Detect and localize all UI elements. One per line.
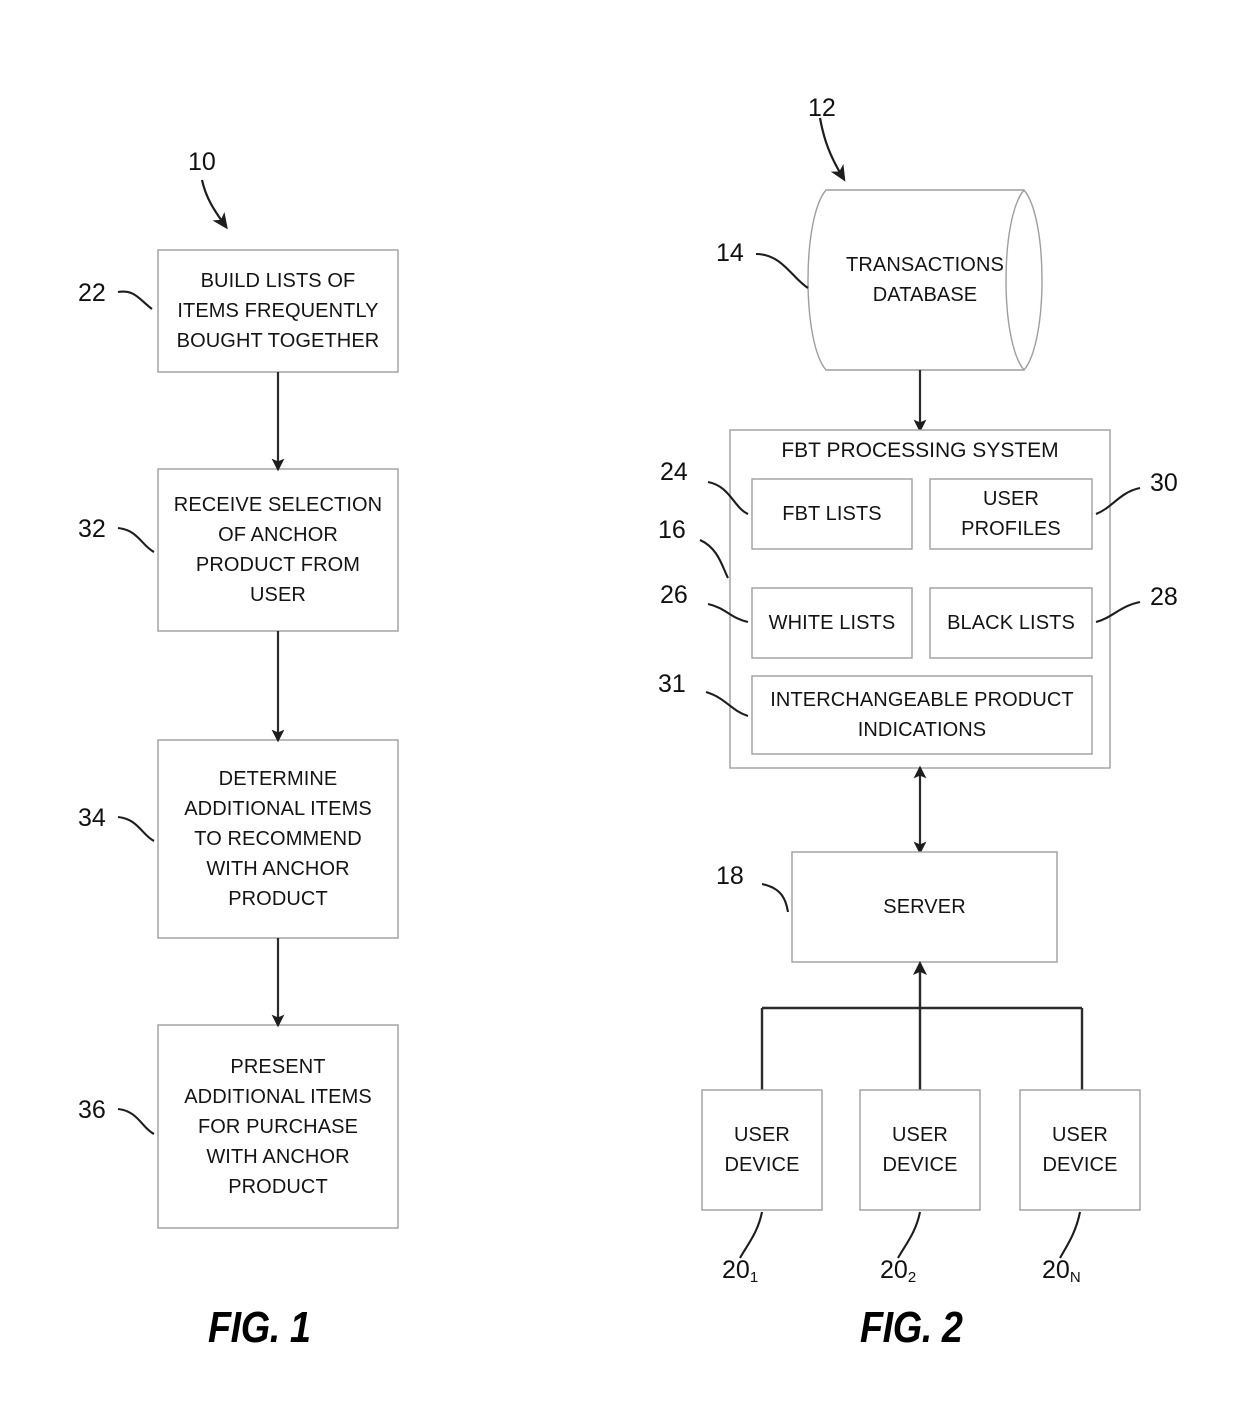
user-device-label-n: USER DEVICE bbox=[1042, 1124, 1118, 1176]
fig2-leader-20-n bbox=[1059, 1211, 1082, 1259]
fig1-step-label-1: BUILD LISTS OF ITEMS FREQUENTLY BOUGHT T… bbox=[176, 270, 380, 352]
fig2-leader-14 bbox=[755, 252, 809, 289]
fig2-ref-20-n-sub: N bbox=[1069, 1269, 1081, 1286]
patent-drawing-sheet: 10 BUILD LISTS OF ITEMS FREQUENTLY BOUGH… bbox=[0, 0, 1240, 1418]
fig1-ref-34: 34 bbox=[78, 804, 106, 832]
module-label-user-profiles: USER PROFILES bbox=[961, 488, 1061, 540]
fig2-ref-31: 31 bbox=[658, 670, 686, 698]
fig2-leader-16 bbox=[699, 539, 729, 579]
module-label-fbt-lists: FBT LISTS bbox=[782, 503, 882, 525]
fig1-ref-10: 10 bbox=[188, 148, 216, 176]
user-device-label-2: USER DEVICE bbox=[882, 1124, 958, 1176]
fig2-leader-20-2 bbox=[897, 1211, 922, 1259]
fig1-ref-32: 32 bbox=[78, 515, 106, 543]
fig2-ref-30: 30 bbox=[1150, 469, 1178, 497]
fig1-leader-32 bbox=[117, 526, 155, 553]
fig2-ref-28: 28 bbox=[1150, 583, 1178, 611]
fig1-leader-34 bbox=[117, 815, 155, 842]
fig2-ref-12-pointer bbox=[818, 117, 846, 182]
fig2-ref-20-2-sub: 2 bbox=[907, 1269, 917, 1286]
transactions-database-label: TRANSACTIONS DATABASE bbox=[846, 254, 1004, 306]
fig2-ref-20-2-base: 20 bbox=[880, 1256, 908, 1284]
fig1-ref-10-pointer bbox=[200, 179, 228, 230]
fig2-ref-26: 26 bbox=[660, 581, 688, 609]
module-label-interchangeable-product-indications: INTERCHANGEABLE PRODUCT INDICATIONS bbox=[770, 689, 1074, 741]
fig1-caption: FIG. 1 bbox=[208, 1303, 311, 1352]
fig2-ref-16: 16 bbox=[658, 516, 686, 544]
fig1-leader-22 bbox=[117, 290, 153, 310]
fig2-leader-18 bbox=[761, 882, 790, 913]
fig2-ref-12: 12 bbox=[808, 94, 836, 122]
module-label-black-lists: BLACK LISTS bbox=[947, 612, 1075, 634]
fig2-ref-20-n-base: 20 bbox=[1042, 1256, 1070, 1284]
fig2-leader-20-1 bbox=[739, 1211, 764, 1259]
fig2-ref-20-2: 202 bbox=[880, 1256, 917, 1286]
fig2-ref-20-1: 201 bbox=[722, 1256, 759, 1286]
fig2-ref-14: 14 bbox=[716, 239, 744, 267]
fig1-ref-22: 22 bbox=[78, 279, 106, 307]
fbt-processing-system-title: FBT PROCESSING SYSTEM bbox=[781, 439, 1059, 462]
module-label-white-lists: WHITE LISTS bbox=[768, 612, 896, 634]
fig2-ref-20-1-sub: 1 bbox=[749, 1269, 759, 1286]
fig2-ref-18: 18 bbox=[716, 862, 744, 890]
fig1-step-label-3: DETERMINE ADDITIONAL ITEMS TO RECOMMEND … bbox=[184, 768, 372, 910]
fig1-step-label-2: RECEIVE SELECTION OF ANCHOR PRODUCT FROM… bbox=[173, 494, 383, 606]
fig1-step-label-4: PRESENT ADDITIONAL ITEMS FOR PURCHASE WI… bbox=[184, 1055, 372, 1198]
fig1-leader-36 bbox=[117, 1107, 155, 1135]
server-label: SERVER bbox=[883, 896, 966, 918]
fig2-ref-20-n: 20N bbox=[1042, 1256, 1081, 1286]
fig2-caption: FIG. 2 bbox=[860, 1303, 963, 1352]
fig2-ref-20-1-base: 20 bbox=[722, 1256, 750, 1284]
fig1-ref-36: 36 bbox=[78, 1096, 106, 1124]
user-device-label-1: USER DEVICE bbox=[724, 1124, 800, 1176]
fig2-ref-24: 24 bbox=[660, 458, 688, 486]
